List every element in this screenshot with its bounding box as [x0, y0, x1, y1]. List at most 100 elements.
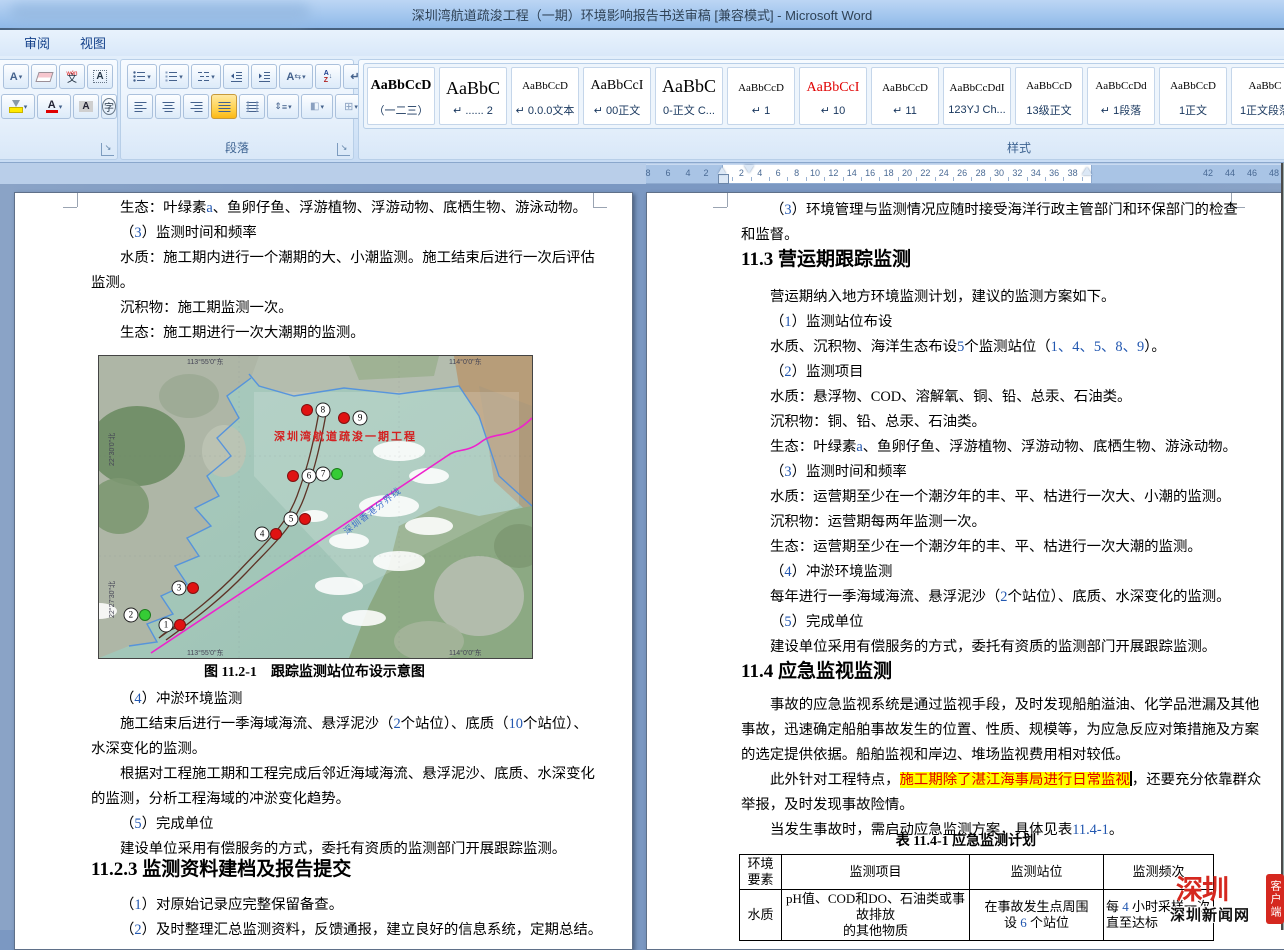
ribbon-tab-row: 审阅 视图: [0, 30, 1284, 56]
text-line[interactable]: 建设单位采用有偿服务的方式，委托有资质的监测部门开展跟踪监测。: [91, 840, 622, 858]
style-card[interactable]: AaBbCcD↵ 0.0.0文本: [511, 67, 579, 125]
text-line[interactable]: 和监督。: [741, 226, 1233, 244]
page-right[interactable]: （3）环境管理与监测情况应随时接受海洋行政主管部门和环保部门的检查和监督。 11.…: [646, 192, 1284, 950]
line-spacing-button[interactable]: ⇕≡▾: [267, 94, 299, 119]
style-card[interactable]: AaBbC1正文段落: [1231, 67, 1284, 125]
text-run: 11.3 营运期跟踪监测: [741, 249, 911, 270]
char-settings-button[interactable]: A▾: [3, 64, 29, 89]
paragraph-dialog-launcher[interactable]: ↘: [337, 143, 350, 156]
text-line[interactable]: 根据对工程施工期和工程完成后邻近海域海流、悬浮泥沙、底质、水深变化: [91, 765, 622, 783]
heading-line[interactable]: 11.2.3 监测资料建档及报告提交: [91, 861, 593, 879]
decrease-indent-button[interactable]: [223, 64, 249, 89]
style-card[interactable]: AaBbCcI↵ 10: [799, 67, 867, 125]
text-line[interactable]: 监测。: [91, 274, 593, 292]
ruler-tick: [916, 177, 917, 181]
text-line[interactable]: （1）监测站位布设: [741, 313, 1262, 331]
style-card[interactable]: AaBbC0-正文 C...: [655, 67, 723, 125]
table-cell: pH值、COD和DO、石油类或事故排放的其他物质: [782, 890, 970, 941]
text-line[interactable]: 生态：施工期进行一次大潮期的监测。: [91, 324, 622, 342]
asian-layout-button[interactable]: A⇆▾: [279, 64, 313, 89]
text-run: 水质：悬浮物、COD、溶解氧、铜、铅、总汞、石油类。: [770, 389, 1131, 405]
text-line[interactable]: 生态：叶绿素a、鱼卵仔鱼、浮游植物、浮游动物、底栖生物、游泳动物。: [741, 438, 1262, 456]
text-line[interactable]: （2）监测项目: [741, 363, 1262, 381]
style-card[interactable]: AaBbCcI↵ 00正文: [583, 67, 651, 125]
character-shading-icon: A: [79, 101, 92, 112]
text-line[interactable]: （3）环境管理与监测情况应随时接受海洋行政主管部门和环保部门的检查: [741, 201, 1262, 219]
enclose-characters-button[interactable]: 字: [101, 94, 117, 119]
style-card[interactable]: AaBbCcDdI123YJ Ch...: [943, 67, 1011, 125]
justify-button[interactable]: [211, 94, 237, 119]
text-line[interactable]: 生态：叶绿素a、鱼卵仔鱼、浮游植物、浮游动物、底栖生物、游泳动物。: [91, 199, 622, 217]
style-card[interactable]: AaBbCcD13级正文: [1015, 67, 1083, 125]
align-left-button[interactable]: [127, 94, 153, 119]
text-line[interactable]: 施工结束后进行一季海域海流、悬浮泥沙（2个站位）、底质（10个站位）、: [91, 715, 622, 733]
style-card[interactable]: AaBbCcDd↵ 1段落: [1087, 67, 1155, 125]
align-right-button[interactable]: [183, 94, 209, 119]
numbering-button[interactable]: ▾: [159, 64, 189, 89]
first-line-indent-marker[interactable]: [744, 165, 754, 173]
text-line[interactable]: 沉积物：铜、铅、总汞、石油类。: [741, 413, 1262, 431]
multilevel-list-button[interactable]: ▾: [191, 64, 221, 89]
ruler-number: 8: [645, 168, 650, 178]
bullets-button[interactable]: ▾: [127, 64, 157, 89]
text-line[interactable]: 的监测，分析工程海域的冲淤变化趋势。: [91, 790, 593, 808]
text-line[interactable]: （3）监测时间和频率: [91, 224, 622, 242]
text-line[interactable]: 营运期纳入地方环境监测计划，建议的监测方案如下。: [741, 288, 1262, 306]
text-line[interactable]: 每年进行一季海域海流、悬浮泥沙（2个站位）、底质、水深变化的监测。: [741, 588, 1262, 606]
heading-line[interactable]: 11.4 应急监视监测: [741, 663, 1233, 681]
text-line[interactable]: （2）及时整理汇总监测资料，反馈通报，建立良好的信息系统，定期总结。: [91, 921, 622, 939]
style-preview: AaBbC: [662, 74, 716, 98]
text-line[interactable]: （5）完成单位: [741, 613, 1262, 631]
text-run: 个站位）、底质（: [401, 716, 509, 732]
text-line[interactable]: （4）冲淤环境监测: [741, 563, 1262, 581]
text-line[interactable]: 事故，迅速确定船舶事故发生的位置、性质、规模等，为应急反应对策措施及方案: [741, 721, 1233, 739]
character-shading-button[interactable]: A: [73, 94, 99, 119]
style-card[interactable]: AaBbCcD1正文: [1159, 67, 1227, 125]
font-dialog-launcher[interactable]: ↘: [101, 143, 114, 156]
style-card[interactable]: AaBbCcD↵ 1: [727, 67, 795, 125]
text-line[interactable]: 的选定提供依据。船舶监视和岸边、堆场监视费用相对较低。: [741, 746, 1233, 764]
distributed-button[interactable]: [239, 94, 265, 119]
highlight-icon: [9, 100, 23, 113]
style-card[interactable]: AaBbCcD↵ 11: [871, 67, 939, 125]
style-card[interactable]: AaBbC↵ ...... 2: [439, 67, 507, 125]
heading-line[interactable]: 11.3 营运期跟踪监测: [741, 251, 1233, 269]
increase-indent-button[interactable]: [251, 64, 277, 89]
text-line[interactable]: 水质：悬浮物、COD、溶解氧、铜、铅、总汞、石油类。: [741, 388, 1262, 406]
text-line[interactable]: 沉积物：运营期每两年监测一次。: [741, 513, 1262, 531]
text-line[interactable]: 生态：运营期至少在一个潮汐年的丰、平、枯进行一次大潮的监测。: [741, 538, 1262, 556]
window-title: 深圳湾航道疏浚工程（一期）环境影响报告书送审稿 [兼容模式] - Microso…: [0, 5, 1284, 24]
clear-formatting-button[interactable]: [31, 64, 57, 89]
ruler-number: 34: [1031, 168, 1041, 178]
text-line[interactable]: （1）对原始记录应完整保留备查。: [91, 896, 622, 914]
align-center-button[interactable]: [155, 94, 181, 119]
text-line[interactable]: （3）监测时间和频率: [741, 463, 1262, 481]
character-border-button[interactable]: A: [87, 64, 113, 89]
phonetic-guide-button[interactable]: wén文: [59, 64, 85, 89]
tab-view[interactable]: 视图: [70, 34, 116, 54]
text-line[interactable]: 此外针对工程特点，施工期除了湛江海事局进行日常监视，还要充分依靠群众: [741, 771, 1262, 789]
text-line[interactable]: （5）完成单位: [91, 815, 622, 833]
style-card[interactable]: AaBbCcD（一二三）: [367, 67, 435, 125]
text-line[interactable]: 水质：施工期内进行一个潮期的大、小潮监测。施工结束后进行一次后评估: [91, 249, 622, 267]
hanging-indent-marker[interactable]: [718, 167, 726, 174]
sort-button[interactable]: AZ↓: [315, 64, 341, 89]
text-line[interactable]: 水质：运营期至少在一个潮汐年的丰、平、枯进行一次大、小潮的监测。: [741, 488, 1262, 506]
text-line[interactable]: 举报，及时发现事故险情。: [741, 796, 1233, 814]
font-color-button[interactable]: A▾: [37, 94, 71, 119]
text-line[interactable]: 水深变化的监测。: [91, 740, 593, 758]
tracking-stations-map[interactable]: 深圳湾航道疏浚一期工程 深圳香港分界线 113°55'0"东 114°0'0"东…: [98, 355, 533, 659]
tab-review[interactable]: 审阅: [14, 34, 60, 54]
page-left[interactable]: 生态：叶绿素a、鱼卵仔鱼、浮游植物、浮游动物、底栖生物、游泳动物。 （3）监测时间…: [14, 192, 633, 950]
text-line[interactable]: 事故的应急监视系统是通过监视手段，及时发现船舶溢油、化学品泄漏及其他: [741, 696, 1262, 714]
right-indent-marker[interactable]: [1082, 167, 1092, 175]
text-line[interactable]: 水质、沉积物、海洋生态布设5个监测站位（1、4、5、8、9）。: [741, 338, 1262, 356]
map-coordinate-label: 114°0'0"东: [449, 357, 482, 367]
text-line[interactable]: 沉积物：施工期监测一次。: [91, 299, 622, 317]
text-line[interactable]: 建设单位采用有偿服务的方式，委托有资质的监测部门开展跟踪监测。: [741, 638, 1262, 656]
text-run: ）对原始记录应完整保留备查。: [142, 897, 343, 913]
shading-button[interactable]: ◧▾: [301, 94, 333, 119]
highlight-color-button[interactable]: ▾: [1, 94, 35, 119]
left-indent-marker[interactable]: [718, 174, 729, 184]
text-line[interactable]: （4）冲淤环境监测: [91, 690, 622, 708]
